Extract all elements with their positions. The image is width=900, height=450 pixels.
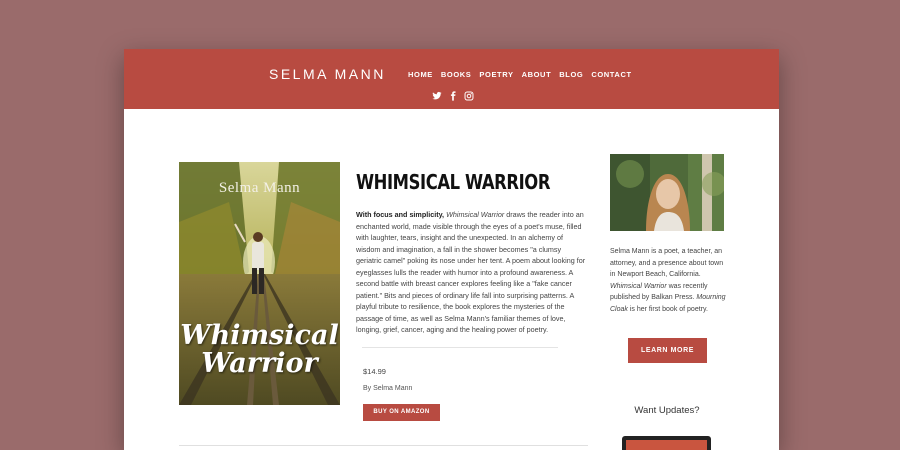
nav-about[interactable]: ABOUT bbox=[522, 70, 552, 79]
nav-contact[interactable]: CONTACT bbox=[591, 70, 631, 79]
book-byline: By Selma Mann bbox=[363, 385, 413, 392]
desc-text: draws the reader into an enchanted world… bbox=[356, 210, 586, 334]
site-header: SELMA MANN HOME BOOKS POETRY ABOUT BLOG … bbox=[124, 49, 779, 109]
device-image bbox=[622, 436, 711, 450]
facebook-icon[interactable] bbox=[448, 91, 458, 101]
site-logo[interactable]: SELMA MANN bbox=[269, 66, 386, 82]
instagram-icon[interactable] bbox=[464, 91, 474, 101]
book-cover-image[interactable]: Selma Mann Whimsical Warrior bbox=[179, 162, 340, 405]
author-photo bbox=[610, 154, 724, 231]
author-bio: Selma Mann is a poet, a teacher, an atto… bbox=[610, 246, 728, 315]
nav-poetry[interactable]: POETRY bbox=[479, 70, 513, 79]
device-screen bbox=[626, 440, 707, 450]
book-price: $14.99 bbox=[363, 367, 386, 376]
cover-title-line1: Whimsical bbox=[180, 320, 339, 351]
updates-heading: Want Updates? bbox=[634, 405, 700, 416]
learn-more-button[interactable]: LEARN MORE bbox=[628, 338, 707, 363]
book-description: With focus and simplicity, Whimsical War… bbox=[356, 209, 588, 336]
twitter-icon[interactable] bbox=[432, 91, 442, 101]
buy-on-amazon-button[interactable]: BUY ON AMAZON bbox=[363, 404, 440, 421]
desc-bold: With focus and simplicity, bbox=[356, 210, 445, 219]
bio-italic-1: Whimsical Warrior bbox=[610, 282, 667, 290]
nav-books[interactable]: BOOKS bbox=[441, 70, 472, 79]
cover-title-text: Whimsical Warrior bbox=[179, 322, 340, 378]
social-links bbox=[432, 91, 474, 101]
cover-title-line2: Warrior bbox=[201, 348, 318, 379]
nav-blog[interactable]: BLOG bbox=[559, 70, 583, 79]
divider bbox=[362, 347, 558, 348]
desc-italic-title: Whimsical Warrior bbox=[446, 210, 505, 219]
main-nav: HOME BOOKS POETRY ABOUT BLOG CONTACT bbox=[408, 70, 632, 79]
book-title: WHIMSICAL WARRIOR bbox=[356, 170, 551, 194]
bio-text-1: Selma Mann is a poet, a teacher, an atto… bbox=[610, 248, 724, 278]
cover-author-text: Selma Mann bbox=[218, 180, 301, 196]
browser-window: SELMA MANN HOME BOOKS POETRY ABOUT BLOG … bbox=[124, 49, 779, 450]
nav-home[interactable]: HOME bbox=[408, 70, 433, 79]
bottom-divider bbox=[179, 445, 588, 446]
bio-text-3: is her first book of poetry. bbox=[627, 305, 708, 313]
